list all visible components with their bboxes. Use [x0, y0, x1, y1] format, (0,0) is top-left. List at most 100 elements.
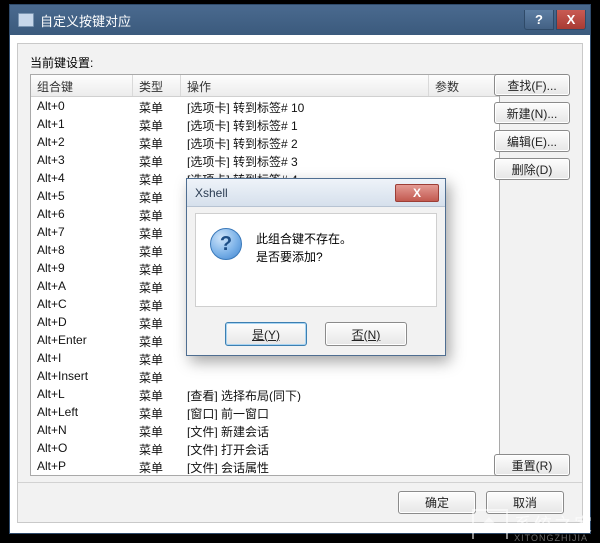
- cell-key: Alt+O: [31, 440, 133, 456]
- table-row[interactable]: Alt+3菜单[选项卡] 转到标签# 3: [31, 151, 499, 169]
- cell-key: Alt+C: [31, 296, 133, 312]
- col-action[interactable]: 操作: [181, 75, 429, 96]
- cell-action: [窗口] 前一窗口: [181, 404, 429, 420]
- cell-param: [429, 386, 497, 402]
- cell-param: [429, 368, 497, 384]
- cell-key: Alt+8: [31, 242, 133, 258]
- yes-button[interactable]: 是(Y): [225, 322, 307, 346]
- cell-type: 菜单: [133, 206, 181, 222]
- app-icon: [18, 13, 34, 27]
- question-icon: ?: [210, 228, 242, 260]
- cell-type: 菜单: [133, 422, 181, 438]
- watermark-sub: XITONGZHIJIA: [514, 533, 588, 543]
- cell-param: [429, 458, 497, 474]
- reset-button[interactable]: 重置(R): [494, 454, 570, 476]
- cell-type: 菜单: [133, 458, 181, 474]
- help-button[interactable]: ?: [524, 10, 554, 30]
- cell-key: Alt+9: [31, 260, 133, 276]
- cell-type: 菜单: [133, 404, 181, 420]
- cell-key: Alt+Left: [31, 404, 133, 420]
- modal-message: 此组合键不存在。 是否要添加?: [256, 228, 352, 292]
- cell-key: Alt+5: [31, 188, 133, 204]
- close-button[interactable]: X: [556, 10, 586, 30]
- cell-type: 菜单: [133, 116, 181, 132]
- cell-key: Alt+I: [31, 350, 133, 366]
- cell-type: 菜单: [133, 134, 181, 150]
- table-row[interactable]: Alt+1菜单[选项卡] 转到标签# 1: [31, 115, 499, 133]
- modal-button-row: 是(Y) 否(N): [187, 313, 445, 355]
- cell-type: 菜单: [133, 440, 181, 456]
- cell-action: [选项卡] 转到标签# 1: [181, 116, 429, 132]
- ok-button[interactable]: 确定: [398, 491, 476, 514]
- no-label: 否(N): [352, 326, 381, 343]
- yes-label: 是(Y): [252, 326, 280, 343]
- cell-type: 菜单: [133, 242, 181, 258]
- cell-param: [429, 116, 497, 132]
- table-row[interactable]: Alt+Insert菜单: [31, 367, 499, 385]
- cell-type: 菜单: [133, 314, 181, 330]
- table-row[interactable]: Alt+O菜单[文件] 打开会话: [31, 439, 499, 457]
- cell-param: [429, 422, 497, 438]
- no-button[interactable]: 否(N): [325, 322, 407, 346]
- cell-action: [文件] 会话属性: [181, 458, 429, 474]
- current-setting-label: 当前键设置:: [30, 54, 570, 71]
- cell-key: Alt+3: [31, 152, 133, 168]
- cell-type: 菜单: [133, 98, 181, 114]
- delete-button[interactable]: 删除(D): [494, 158, 570, 180]
- modal-body: ? 此组合键不存在。 是否要添加?: [195, 213, 437, 307]
- modal-line1: 此组合键不存在。: [256, 230, 352, 248]
- modal-title: Xshell: [195, 186, 395, 200]
- table-row[interactable]: Alt+L菜单[查看] 选择布局(同下): [31, 385, 499, 403]
- modal-close-button[interactable]: X: [395, 184, 439, 202]
- cell-param: [429, 134, 497, 150]
- cell-type: 菜单: [133, 368, 181, 384]
- cell-type: 菜单: [133, 188, 181, 204]
- cell-key: Alt+6: [31, 206, 133, 222]
- cell-key: Alt+4: [31, 170, 133, 186]
- cell-key: Alt+0: [31, 98, 133, 114]
- window-title: 自定义按键对应: [40, 11, 524, 30]
- table-row[interactable]: Alt+2菜单[选项卡] 转到标签# 2: [31, 133, 499, 151]
- cell-key: Alt+A: [31, 278, 133, 294]
- table-row[interactable]: Alt+Left菜单[窗口] 前一窗口: [31, 403, 499, 421]
- cell-type: 菜单: [133, 278, 181, 294]
- cell-action: [选项卡] 转到标签# 3: [181, 152, 429, 168]
- reset-button-wrap: 重置(R): [494, 454, 570, 476]
- table-row[interactable]: Alt+P菜单[文件] 会话属性: [31, 457, 499, 475]
- cell-key: Alt+Insert: [31, 368, 133, 384]
- cell-param: [429, 152, 497, 168]
- col-combo[interactable]: 组合键: [31, 75, 133, 96]
- cell-key: Alt+7: [31, 224, 133, 240]
- cell-key: Alt+N: [31, 422, 133, 438]
- cell-type: 菜单: [133, 224, 181, 240]
- cell-type: 菜单: [133, 152, 181, 168]
- dialog-footer: 确定 取消: [18, 482, 582, 522]
- table-header: 组合键 类型 操作 参数: [31, 75, 499, 97]
- cell-type: 菜单: [133, 170, 181, 186]
- cell-type: 菜单: [133, 332, 181, 348]
- table-row[interactable]: Alt+N菜单[文件] 新建会话: [31, 421, 499, 439]
- cell-action: [181, 368, 429, 384]
- find-button[interactable]: 查找(F)...: [494, 74, 570, 96]
- titlebar: 自定义按键对应 ? X: [10, 5, 590, 35]
- cancel-button[interactable]: 取消: [486, 491, 564, 514]
- col-type[interactable]: 类型: [133, 75, 181, 96]
- modal-titlebar: Xshell X: [187, 179, 445, 207]
- cell-action: [文件] 打开会话: [181, 440, 429, 456]
- table-row[interactable]: Alt+0菜单[选项卡] 转到标签# 10: [31, 97, 499, 115]
- new-button[interactable]: 新建(N)...: [494, 102, 570, 124]
- edit-button[interactable]: 编辑(E)...: [494, 130, 570, 152]
- modal-line2: 是否要添加?: [256, 248, 352, 266]
- col-param[interactable]: 参数: [429, 75, 497, 96]
- cell-type: 菜单: [133, 386, 181, 402]
- cell-param: [429, 404, 497, 420]
- cell-action: [文件] 新建会话: [181, 422, 429, 438]
- cell-key: Alt+L: [31, 386, 133, 402]
- side-button-group: 查找(F)... 新建(N)... 编辑(E)... 删除(D): [494, 74, 570, 180]
- cell-key: Alt+D: [31, 314, 133, 330]
- window-buttons: ? X: [524, 10, 586, 30]
- cell-key: Alt+P: [31, 458, 133, 474]
- xshell-confirm-dialog: Xshell X ? 此组合键不存在。 是否要添加? 是(Y) 否(N): [186, 178, 446, 356]
- cell-type: 菜单: [133, 260, 181, 276]
- cell-action: [选项卡] 转到标签# 2: [181, 134, 429, 150]
